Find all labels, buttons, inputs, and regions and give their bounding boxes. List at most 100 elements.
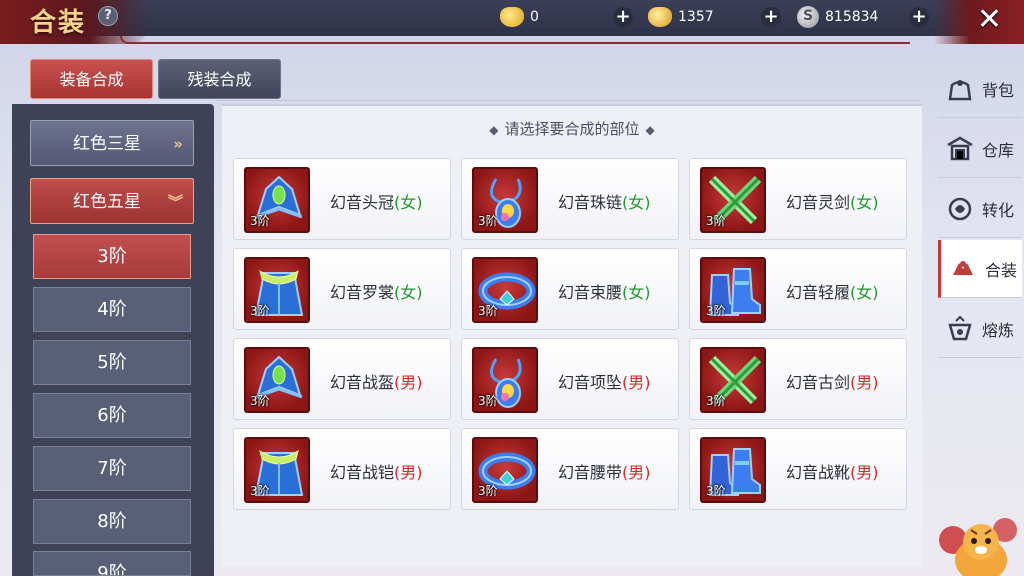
item-name-text: 幻音古剑 [786,373,851,392]
item-tier-label: 3阶 [478,304,498,318]
item-name-text: 幻音头冠 [330,193,395,212]
swords-icon[interactable]: 3阶 [700,167,766,233]
item-name-text: 幻音轻履 [786,283,851,302]
item-name: 幻音灵剑(女) [786,189,879,213]
item-card[interactable]: 3阶 幻音战盔(男) [233,338,451,420]
item-gender: (女) [622,283,651,302]
item-tier-label: 3阶 [478,214,498,228]
chevron-right-icon: » [173,135,183,153]
sidebar-group-red-five-star[interactable]: 红色五星 ︾ [30,178,194,224]
item-tier-label: 3阶 [250,214,270,228]
item-card[interactable]: 3阶 幻音战靴(男) [689,428,907,510]
item-tier-label: 3阶 [706,214,726,228]
tier-item-3[interactable]: 3阶 [33,234,191,279]
sidebar-group-label: 红色五星 [73,192,141,212]
warehouse-icon [946,135,974,163]
item-name-text: 幻音项坠 [558,373,623,392]
add-silver-button[interactable]: + [909,7,929,27]
divider [215,100,920,101]
item-tier-label: 3阶 [706,484,726,498]
item-tier-label: 3阶 [250,484,270,498]
close-button[interactable]: ✕ [934,0,1024,44]
item-tier-label: 3阶 [706,394,726,408]
item-gender: (女) [622,193,651,212]
diamond-deco-icon: ◆ [645,123,655,137]
swords-icon[interactable]: 3阶 [700,347,766,413]
item-card[interactable]: 3阶 幻音束腰(女) [461,248,679,330]
boots-icon[interactable]: 3阶 [700,437,766,503]
belt-icon[interactable]: 3阶 [472,437,538,503]
necklace-icon[interactable]: 3阶 [472,167,538,233]
item-name: 幻音罗裳(女) [330,279,423,303]
silver-value: 815834 [825,9,879,25]
item-card[interactable]: 3阶 幻音罗裳(女) [233,248,451,330]
nav-item-combine[interactable]: 合装 [938,240,1022,298]
robe-icon[interactable]: 3阶 [244,257,310,323]
item-tier-label: 3阶 [250,304,270,318]
silver-coin-icon: S [797,6,819,28]
item-card[interactable]: 3阶 幻音头冠(女) [233,158,451,240]
tab-remnant-synthesis[interactable]: 残装合成 [158,59,281,99]
add-ingot-button[interactable]: + [613,7,633,27]
item-card[interactable]: 3阶 幻音古剑(男) [689,338,907,420]
nav-label: 仓库 [982,140,1015,160]
tab-equipment-synthesis[interactable]: 装备合成 [30,59,153,99]
item-tier-label: 3阶 [478,394,498,408]
prompt-text: 请选择要合成的部位 [504,120,640,138]
item-name: 幻音战铠(男) [330,459,423,483]
item-card[interactable]: 3阶 幻音轻履(女) [689,248,907,330]
ingot-icon [500,7,524,27]
necklace-icon[interactable]: 3阶 [472,347,538,413]
item-name: 幻音珠链(女) [558,189,651,213]
item-name: 幻音轻履(女) [786,279,879,303]
item-card[interactable]: 3阶 幻音项坠(男) [461,338,679,420]
currency-ingot: 0 [500,5,539,29]
tier-item-5[interactable]: 5阶 [33,340,191,385]
tier-item-4[interactable]: 4阶 [33,287,191,332]
helmet-icon[interactable]: 3阶 [244,347,310,413]
item-name: 幻音腰带(男) [558,459,651,483]
bound-ingot-icon [648,7,672,27]
item-tier-label: 3阶 [250,394,270,408]
help-icon[interactable]: ? [98,6,118,26]
nav-item-smelt[interactable]: 熔炼 [938,300,1022,358]
boots-icon[interactable]: 3阶 [700,257,766,323]
tier-item-9[interactable]: 9阶 [33,551,191,576]
add-bound-ingot-button[interactable]: + [761,7,781,27]
select-prompt: ◆ 请选择要合成的部位 ◆ [452,118,692,139]
item-name-text: 幻音灵剑 [786,193,851,212]
mascot-tiger-icon [939,518,1017,576]
tier-item-8[interactable]: 8阶 [33,499,191,544]
item-name: 幻音古剑(男) [786,369,879,393]
item-card[interactable]: 3阶 幻音战铠(男) [233,428,451,510]
combine-icon [949,255,977,283]
chevron-down-icon: ︾ [167,193,183,211]
robe-icon[interactable]: 3阶 [244,437,310,503]
tier-item-7[interactable]: 7阶 [33,446,191,491]
item-name: 幻音束腰(女) [558,279,651,303]
currency-bound-ingot: 1357 [648,5,714,29]
nav-label: 熔炼 [982,320,1015,340]
item-card[interactable]: 3阶 幻音灵剑(女) [689,158,907,240]
item-gender: (男) [394,463,423,482]
sidebar-group-red-three-star[interactable]: 红色三星 » [30,120,194,166]
page-title: 合装 [30,8,87,38]
close-icon[interactable]: ✕ [977,2,1002,37]
title-decoration [120,36,910,44]
item-card[interactable]: 3阶 幻音腰带(男) [461,428,679,510]
currency-silver: S 815834 [797,5,878,29]
item-gender: (女) [850,193,879,212]
item-card[interactable]: 3阶 幻音珠链(女) [461,158,679,240]
tier-item-6[interactable]: 6阶 [33,393,191,438]
item-name: 幻音头冠(女) [330,189,423,213]
helmet-icon[interactable]: 3阶 [244,167,310,233]
nav-item-convert[interactable]: 转化 [938,180,1022,238]
item-gender: (男) [622,463,651,482]
item-name-text: 幻音腰带 [558,463,623,482]
nav-item-warehouse[interactable]: 仓库 [938,120,1022,178]
bound-ingot-value: 1357 [678,9,714,25]
convert-icon [946,195,974,223]
nav-item-bag[interactable]: 背包 [938,60,1022,118]
belt-icon[interactable]: 3阶 [472,257,538,323]
ingot-value: 0 [530,9,539,25]
